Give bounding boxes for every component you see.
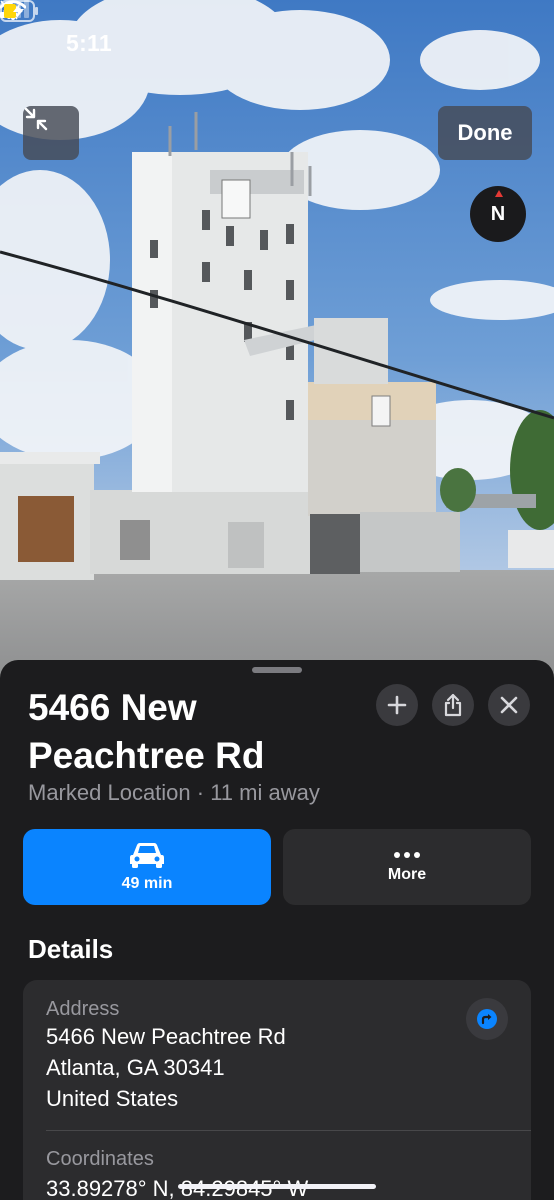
compass-button[interactable]: N — [470, 186, 526, 242]
car-icon — [130, 843, 164, 868]
done-button[interactable]: Done — [438, 106, 532, 160]
look-around-photo[interactable]: 5:11 Done N — [0, 0, 554, 680]
place-card-sheet: 5466 New Peachtree Rd Marked Location · … — [0, 660, 554, 1200]
coordinates-label: Coordinates — [46, 1148, 154, 1170]
address-line-1[interactable]: 5466 New Peachtree Rd — [46, 1024, 286, 1050]
compass-label: N — [490, 202, 506, 225]
share-icon — [444, 693, 462, 717]
more-button[interactable]: More — [283, 829, 531, 905]
address-line-2[interactable]: Atlanta, GA 30341 — [46, 1055, 225, 1081]
address-label: Address — [46, 998, 120, 1020]
ellipsis-icon — [394, 852, 420, 858]
drive-time-label: 49 min — [121, 875, 173, 892]
battery-charging-icon — [0, 0, 38, 22]
directions-arrow-icon — [477, 1009, 497, 1029]
status-time: 5:11 — [66, 30, 112, 56]
status-bar: 5:11 — [0, 0, 554, 84]
collapse-arrows-icon — [24, 107, 48, 131]
plus-icon — [387, 695, 407, 715]
place-title-line-1: 5466 New — [28, 687, 197, 728]
more-label: More — [387, 866, 427, 883]
home-indicator[interactable] — [178, 1184, 376, 1189]
details-card: Address 5466 New Peachtree Rd Atlanta, G… — [23, 980, 531, 1200]
details-heading: Details — [28, 934, 114, 964]
close-button[interactable] — [488, 684, 530, 726]
add-button[interactable] — [376, 684, 418, 726]
collapse-button[interactable] — [23, 106, 79, 160]
details-divider — [46, 1130, 531, 1131]
address-line-3[interactable]: United States — [46, 1086, 178, 1112]
street-level-image — [0, 0, 554, 680]
address-directions-button[interactable] — [466, 998, 508, 1040]
share-button[interactable] — [432, 684, 474, 726]
sheet-grabber[interactable] — [252, 667, 302, 673]
close-icon — [500, 696, 518, 714]
directions-drive-button[interactable]: 49 min — [23, 829, 271, 905]
place-title-line-2: Peachtree Rd — [28, 735, 265, 776]
place-title: 5466 New Peachtree Rd — [28, 684, 368, 780]
place-subtitle: Marked Location · 11 mi away — [28, 780, 320, 805]
compass-north-marker — [495, 190, 503, 197]
